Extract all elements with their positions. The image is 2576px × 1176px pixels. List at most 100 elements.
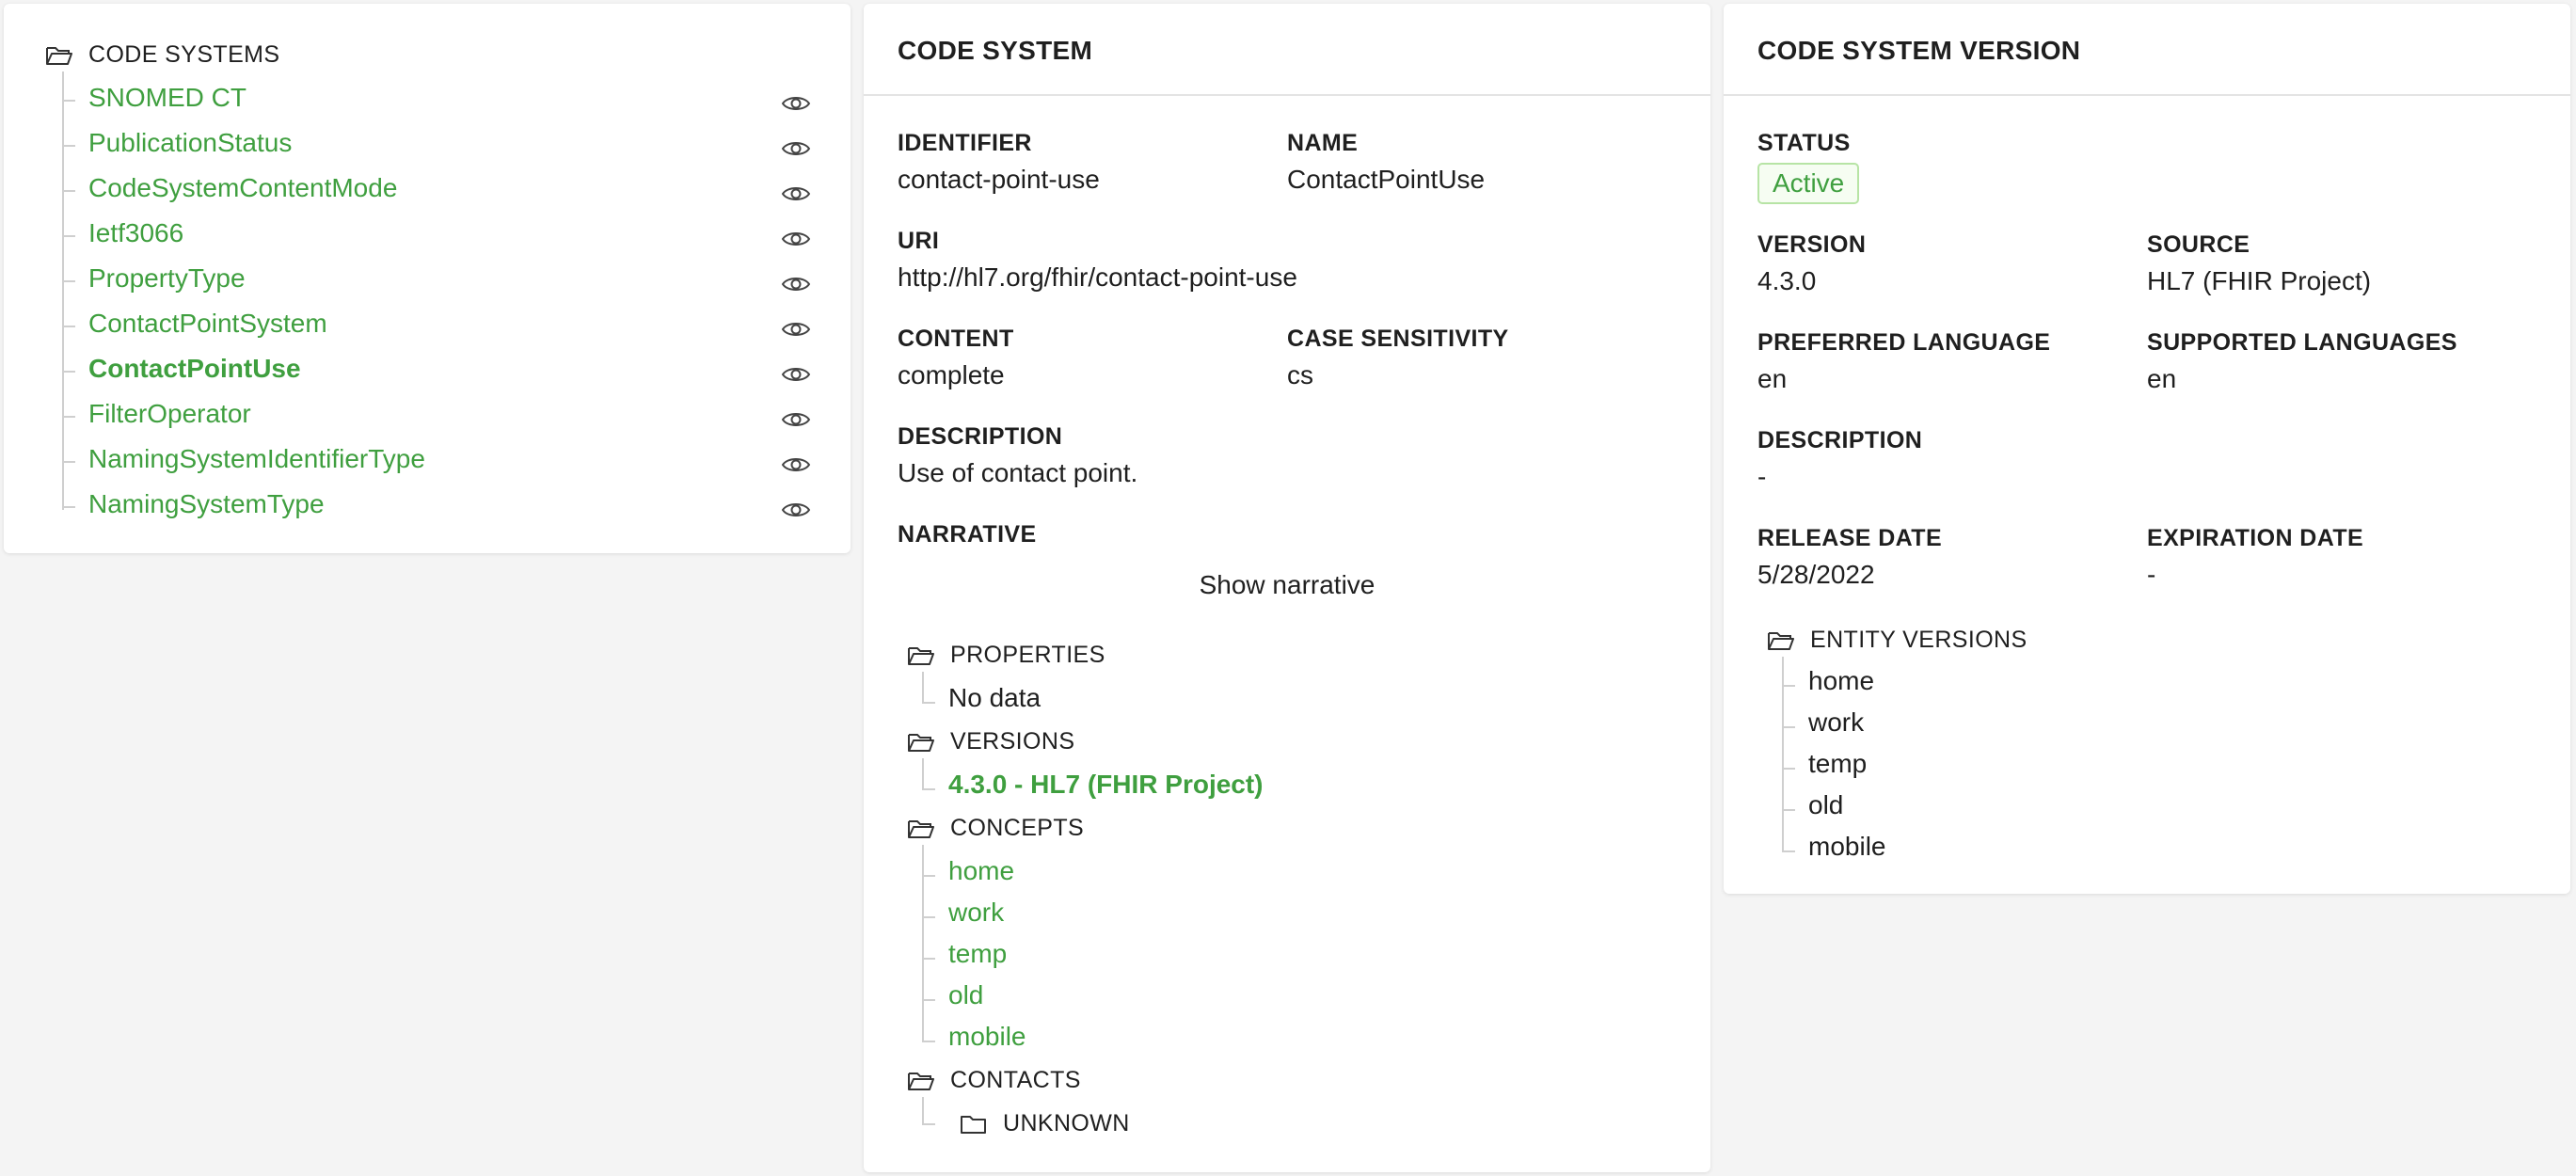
code-systems-tree-header[interactable]: CODE SYSTEMS	[45, 41, 279, 69]
properties-branch-line	[922, 672, 924, 704]
concept-item[interactable]: old	[948, 980, 983, 1010]
eye-icon[interactable]	[781, 497, 811, 517]
preferred-language-field: PREFERRED LANGUAGE en	[1757, 329, 2050, 394]
uri-value: http://hl7.org/fhir/contact-point-use	[898, 262, 1297, 292]
entity-version-item-tick	[1782, 685, 1795, 687]
entity-version-item: old	[1808, 790, 1844, 819]
code-system-item[interactable]: NamingSystemType	[88, 489, 325, 519]
tree-tick	[62, 461, 75, 463]
entity-version-item-tick	[1782, 850, 1795, 852]
contact-unknown-label: UNKNOWN	[1003, 1110, 1130, 1136]
uri-field: URI http://hl7.org/fhir/contact-point-us…	[898, 228, 1297, 293]
tree-tick	[62, 326, 75, 327]
code-system-item[interactable]: Ietf3066	[88, 218, 183, 248]
identifier-label: IDENTIFIER	[898, 130, 1032, 156]
concept-item[interactable]: home	[948, 856, 1014, 886]
source-field: SOURCE HL7 (FHIR Project)	[2147, 231, 2371, 296]
eye-icon[interactable]	[781, 452, 811, 472]
concept-item[interactable]: mobile	[948, 1022, 1026, 1052]
eye-icon[interactable]	[781, 90, 811, 111]
properties-tree-header[interactable]: PROPERTIES	[907, 642, 1105, 669]
narrative-label: NARRATIVE	[898, 521, 1037, 548]
eye-icon[interactable]	[781, 406, 811, 427]
concepts-tree-header[interactable]: CONCEPTS	[907, 815, 1084, 842]
concept-item[interactable]: work	[948, 898, 1004, 928]
folder-open-icon	[46, 46, 72, 65]
content-field: CONTENT complete	[898, 326, 1014, 390]
versions-tree-header[interactable]: VERSIONS	[907, 728, 1074, 755]
tree-tick	[62, 100, 75, 102]
folder-open-icon	[908, 819, 934, 838]
contacts-label: CONTACTS	[950, 1067, 1081, 1093]
code-system-item[interactable]: PropertyType	[88, 263, 246, 294]
code-system-panel: CODE SYSTEM IDENTIFIER contact-point-use…	[864, 4, 1710, 1172]
contact-unknown-item[interactable]: UNKNOWN	[960, 1110, 1130, 1137]
release-date-field: RELEASE DATE 5/28/2022	[1757, 525, 1942, 590]
tree-tick	[62, 416, 75, 418]
concept-item-tick	[922, 916, 935, 918]
version-field: VERSION 4.3.0	[1757, 231, 1866, 296]
release-date-label: RELEASE DATE	[1757, 525, 1943, 551]
tree-tick	[62, 235, 75, 237]
expiration-date-field: EXPIRATION DATE -	[2147, 525, 2363, 590]
folder-closed-icon	[961, 1115, 986, 1134]
properties-label: PROPERTIES	[950, 642, 1105, 668]
content-label: CONTENT	[898, 326, 1014, 352]
entity-versions-label: ENTITY VERSIONS	[1810, 627, 2027, 653]
concept-item-tick	[922, 999, 935, 1001]
version-label: VERSION	[1757, 231, 1867, 258]
code-system-item[interactable]: SNOMED CT	[88, 83, 246, 113]
version-item[interactable]: 4.3.0 - HL7 (FHIR Project)	[948, 770, 1264, 800]
folder-open-icon	[908, 1072, 934, 1090]
case-sensitivity-field: CASE SENSITIVITY cs	[1287, 326, 1509, 390]
content-value: complete	[898, 360, 1005, 389]
entity-version-item: home	[1808, 666, 1875, 695]
concept-item-tick	[922, 875, 935, 877]
entity-versions-tree-header[interactable]: ENTITY VERSIONS	[1767, 627, 2027, 654]
code-system-item[interactable]: ContactPointSystem	[88, 309, 327, 339]
description-value: Use of contact point.	[898, 458, 1138, 487]
case-sensitivity-value: cs	[1287, 360, 1313, 389]
code-system-item[interactable]: ContactPointUse	[88, 354, 301, 384]
concepts-label: CONCEPTS	[950, 815, 1085, 841]
version-description-value: -	[1757, 462, 1767, 491]
tree-branch-line	[62, 72, 64, 510]
show-narrative-button[interactable]: Show narrative	[864, 570, 1710, 600]
contacts-tree-header[interactable]: CONTACTS	[907, 1067, 1081, 1094]
eye-icon[interactable]	[781, 361, 811, 382]
eye-icon[interactable]	[781, 181, 811, 201]
status-badge: Active	[1757, 163, 1860, 204]
concept-item-tick	[922, 1041, 935, 1042]
concept-item-tick	[922, 958, 935, 960]
eye-icon[interactable]	[781, 316, 811, 337]
code-system-version-header: CODE SYSTEM VERSION	[1724, 4, 2570, 96]
contacts-tick	[922, 1123, 935, 1125]
eye-icon[interactable]	[781, 226, 811, 246]
code-system-item[interactable]: PublicationStatus	[88, 128, 292, 158]
code-system-header: CODE SYSTEM	[864, 4, 1710, 96]
properties-tick	[922, 702, 935, 704]
code-system-item[interactable]: CodeSystemContentMode	[88, 173, 397, 203]
expiration-date-value: -	[2147, 560, 2156, 589]
description-field: DESCRIPTION Use of contact point.	[898, 423, 1137, 488]
folder-open-icon	[1768, 631, 1794, 650]
narrative-field: NARRATIVE	[898, 521, 1037, 548]
entity-version-item-tick	[1782, 768, 1795, 770]
code-system-item[interactable]: FilterOperator	[88, 399, 251, 429]
version-description-field: DESCRIPTION -	[1757, 427, 1922, 492]
concept-item[interactable]: temp	[948, 939, 1007, 969]
name-field: NAME ContactPointUse	[1287, 130, 1485, 195]
source-value: HL7 (FHIR Project)	[2147, 266, 2372, 295]
tree-tick	[62, 280, 75, 282]
folder-open-icon	[908, 646, 934, 665]
case-sensitivity-label: CASE SENSITIVITY	[1287, 326, 1509, 352]
source-label: SOURCE	[2147, 231, 2250, 258]
folder-open-icon	[908, 733, 934, 752]
eye-icon[interactable]	[781, 271, 811, 292]
version-value: 4.3.0	[1757, 266, 1817, 295]
code-systems-title: CODE SYSTEMS	[88, 41, 280, 68]
versions-label: VERSIONS	[950, 728, 1075, 755]
code-system-item[interactable]: NamingSystemIdentifierType	[88, 444, 425, 474]
eye-icon[interactable]	[781, 135, 811, 156]
preferred-language-value: en	[1757, 364, 1788, 393]
